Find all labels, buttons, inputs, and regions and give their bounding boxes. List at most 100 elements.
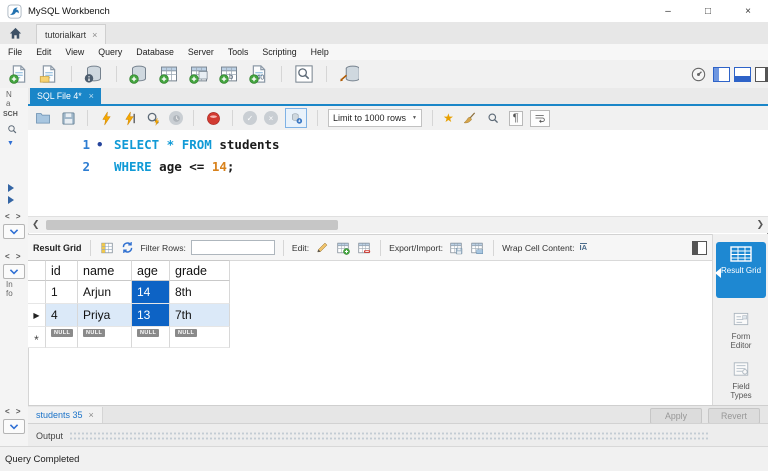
table-row[interactable]: 1 Arjun 14 8th: [28, 281, 230, 304]
beautify-icon[interactable]: [461, 109, 479, 127]
open-file-icon[interactable]: [34, 109, 52, 127]
side-tab-field-types[interactable]: Field Types: [716, 356, 766, 406]
create-view-icon[interactable]: [188, 63, 210, 85]
menu-tools[interactable]: Tools: [228, 47, 249, 57]
maximize-button[interactable]: □: [688, 0, 728, 22]
sql-code-editor[interactable]: 1 • SELECT * FROM students 2 WHERE age <…: [28, 130, 768, 216]
result-tab-close-icon[interactable]: ×: [89, 410, 94, 420]
stop-icon[interactable]: [169, 111, 183, 125]
cell-grade[interactable]: 7th: [170, 304, 230, 327]
rail-expand-icon-1[interactable]: [8, 184, 14, 192]
menu-edit[interactable]: Edit: [36, 47, 51, 57]
wrap-text-icon[interactable]: [529, 109, 550, 127]
cell-age-selected[interactable]: 14: [132, 281, 170, 304]
toggle-bottom-panel-icon[interactable]: [734, 66, 751, 82]
import-records-icon[interactable]: [469, 240, 485, 255]
find-icon[interactable]: [486, 109, 502, 127]
menu-scripting[interactable]: Scripting: [262, 47, 296, 57]
cell-age-selected[interactable]: 13: [132, 304, 170, 327]
toggle-left-panel-icon[interactable]: [713, 66, 730, 82]
menu-server[interactable]: Server: [188, 47, 214, 57]
scrollbar-thumb[interactable]: [46, 220, 338, 230]
execute-current-icon[interactable]: [121, 109, 137, 127]
rail-restore-panel-button-2[interactable]: [3, 264, 25, 279]
side-tab-result-grid[interactable]: Result Grid: [715, 242, 766, 298]
cell-name[interactable]: Priya: [78, 304, 132, 327]
rollback-icon[interactable]: ×: [264, 111, 278, 125]
rail-restore-panel-button-1[interactable]: [3, 224, 25, 239]
table-row-current[interactable]: ▶ 4 Priya 13 7th: [28, 304, 230, 327]
edit-record-icon[interactable]: [314, 240, 330, 255]
save-icon[interactable]: [59, 109, 77, 127]
revert-button[interactable]: Revert: [708, 408, 760, 424]
home-tab-button[interactable]: [0, 22, 30, 44]
create-table-icon[interactable]: [158, 63, 180, 85]
editor-tab-close-icon[interactable]: ×: [89, 91, 94, 101]
export-recordset-icon[interactable]: [448, 240, 464, 255]
tab-students-35[interactable]: students 35 ×: [28, 406, 103, 424]
open-sql-script-icon[interactable]: [38, 63, 60, 85]
tab-sql-file-4[interactable]: SQL File 4* ×: [30, 88, 101, 104]
menu-query[interactable]: Query: [98, 47, 122, 57]
search-table-data-icon[interactable]: [293, 63, 315, 85]
tab-close-icon[interactable]: ×: [92, 30, 97, 40]
delete-row-icon[interactable]: [356, 240, 372, 255]
new-row-placeholder[interactable]: * NULL NULL NULL NULL: [28, 327, 230, 348]
filter-rows-input[interactable]: [190, 240, 275, 255]
rail-panel-chevrons-3[interactable]: < >: [5, 407, 23, 416]
execute-icon[interactable]: [98, 109, 114, 127]
side-tab-form-editor[interactable]: Form Editor: [716, 306, 766, 356]
column-header-grade[interactable]: grade: [170, 260, 230, 281]
invisible-chars-icon[interactable]: ¶: [508, 110, 523, 126]
toggle-right-panel-icon[interactable]: [755, 66, 768, 82]
create-procedure-icon[interactable]: b: [218, 63, 240, 85]
rail-expand-icon-2[interactable]: [8, 196, 14, 204]
apply-button[interactable]: Apply: [650, 408, 702, 424]
column-header-id[interactable]: id: [46, 260, 78, 281]
insert-row-icon[interactable]: [335, 240, 351, 255]
schema-inspector-icon[interactable]: [83, 63, 105, 85]
rail-search-icon[interactable]: [7, 124, 18, 135]
menu-help[interactable]: Help: [311, 47, 329, 57]
commit-icon[interactable]: ✓: [243, 111, 257, 125]
column-header-name[interactable]: name: [78, 260, 132, 281]
new-sql-tab-icon[interactable]: [8, 63, 30, 85]
menu-file[interactable]: File: [8, 47, 22, 57]
toggle-autocommit-icon[interactable]: [285, 108, 307, 128]
minimize-button[interactable]: –: [648, 0, 688, 22]
row-selector-header[interactable]: [28, 260, 46, 281]
editor-horizontal-scrollbar[interactable]: ❮ ❯: [28, 216, 768, 233]
tab-tutorialkart[interactable]: tutorialkart ×: [36, 24, 107, 44]
grid-view-icon[interactable]: [99, 240, 115, 255]
create-function-icon[interactable]: 40: [248, 63, 270, 85]
wrap-cell-content-icon[interactable]: IA: [579, 243, 588, 252]
cell-id[interactable]: 1: [46, 281, 78, 304]
rail-panel-chevrons-1[interactable]: < >: [5, 212, 23, 221]
result-side-panel: Result Grid Form Editor Field Types: [712, 234, 768, 405]
rail-restore-panel-button-3[interactable]: [3, 419, 25, 434]
toggle-stop-on-error-icon[interactable]: [204, 109, 222, 127]
add-snippet-icon[interactable]: ★: [443, 111, 454, 125]
rail-filter-icon[interactable]: ▼: [7, 140, 14, 147]
cell-id[interactable]: 4: [46, 304, 78, 327]
close-button[interactable]: ×: [728, 0, 768, 22]
scroll-left-icon[interactable]: ❮: [32, 219, 40, 230]
rail-panel-chevrons-2[interactable]: < >: [5, 252, 23, 261]
scroll-right-icon[interactable]: ❯: [756, 219, 764, 230]
menu-database[interactable]: Database: [136, 47, 174, 57]
row-selector[interactable]: [28, 281, 46, 304]
cell-grade[interactable]: 8th: [170, 281, 230, 304]
dashboard-icon[interactable]: [687, 63, 709, 85]
refresh-icon[interactable]: [120, 240, 136, 255]
create-schema-icon[interactable]: [128, 63, 150, 85]
cell-name[interactable]: Arjun: [78, 281, 132, 304]
new-row-selector[interactable]: *: [28, 327, 46, 348]
toggle-preview-panel-icon[interactable]: [692, 241, 707, 255]
menu-view[interactable]: View: [65, 47, 84, 57]
limit-rows-dropdown[interactable]: Limit to 1000 rows ▼: [328, 109, 422, 127]
column-header-age[interactable]: age: [132, 260, 170, 281]
reconnect-dbms-icon[interactable]: [338, 63, 360, 85]
explain-icon[interactable]: [144, 109, 162, 127]
output-panel-header[interactable]: Output: [28, 423, 768, 447]
row-selector-current[interactable]: ▶: [28, 304, 46, 327]
